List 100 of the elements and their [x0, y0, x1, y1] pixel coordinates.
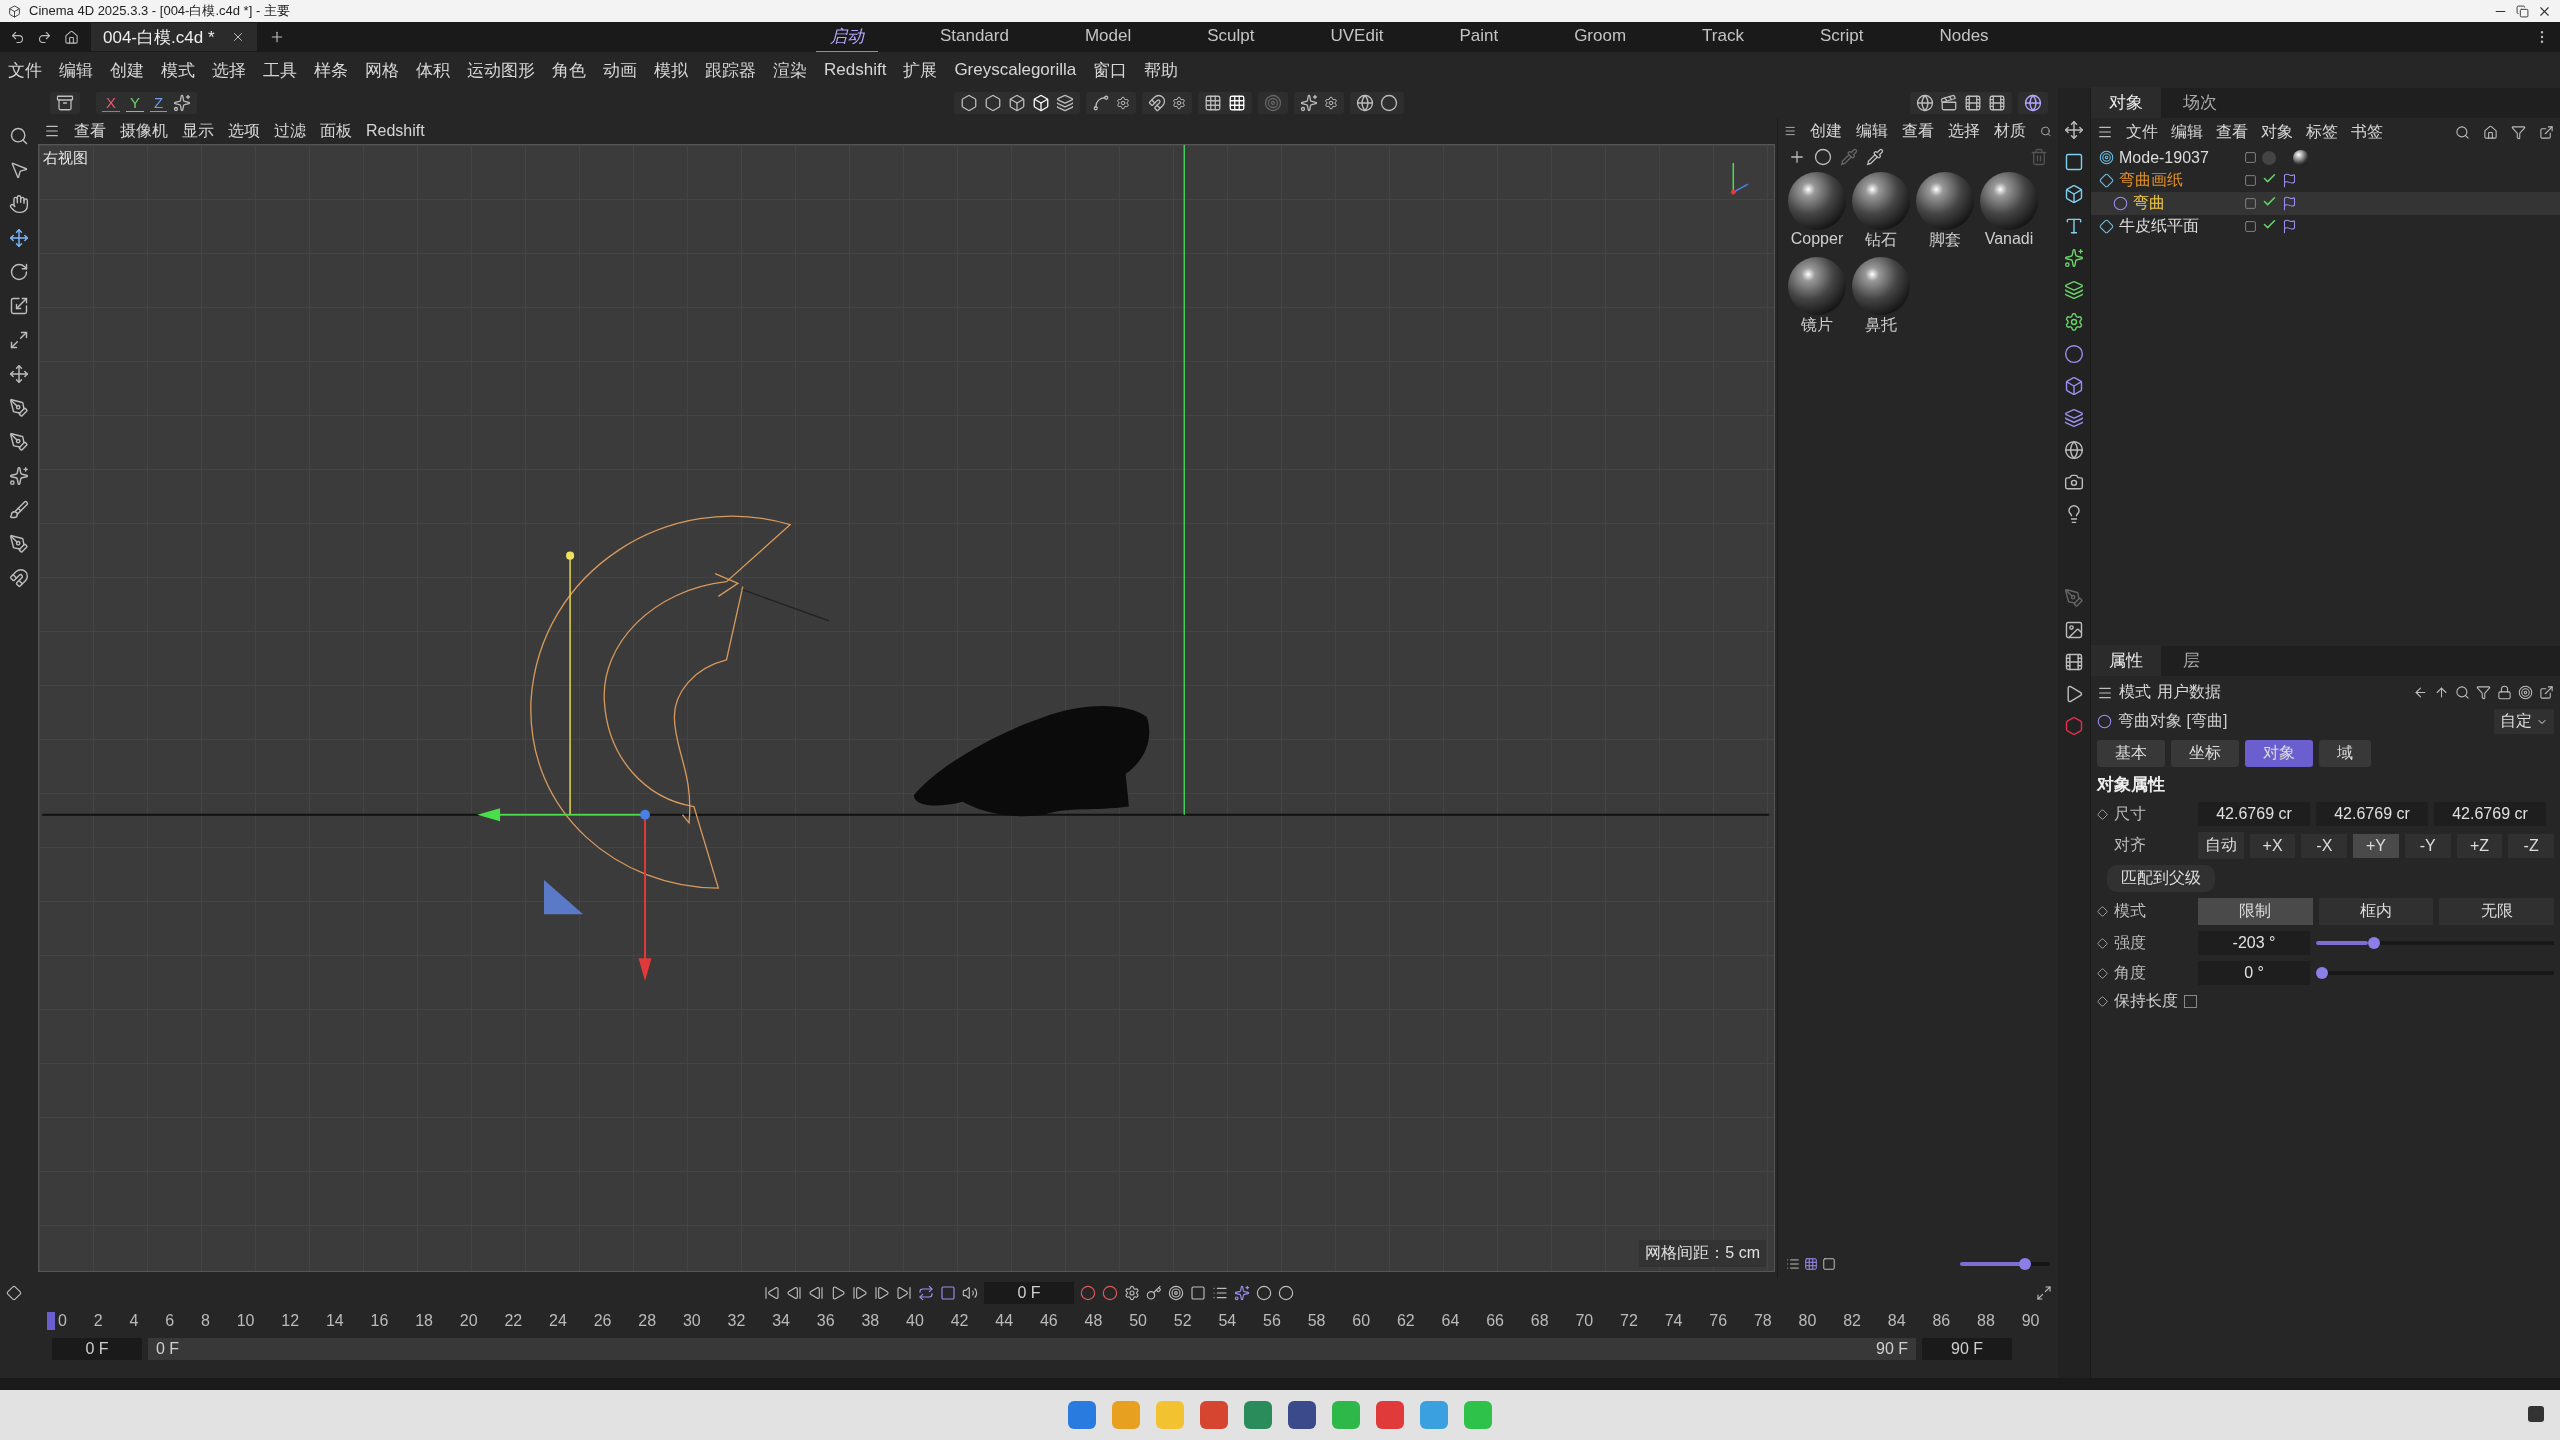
lock-icon[interactable] [2497, 685, 2512, 700]
menu-item[interactable]: 查看 [2216, 121, 2248, 143]
back-icon[interactable] [2413, 685, 2428, 700]
menu-item[interactable]: 编辑 [2171, 121, 2203, 143]
cube-icon[interactable] [2064, 184, 2084, 204]
pointer-icon[interactable] [9, 160, 29, 180]
tray-icon[interactable] [2528, 1406, 2544, 1422]
restore-icon[interactable] [2516, 4, 2529, 18]
number-field[interactable]: 42.6769 cr [2434, 802, 2546, 826]
picture-icon[interactable] [2064, 620, 2084, 640]
sphere-icon[interactable] [1814, 148, 1832, 166]
keyframe-icon[interactable] [2097, 967, 2108, 979]
number-field[interactable]: 0 ° [2198, 961, 2310, 985]
layout-tab[interactable]: Model [1070, 23, 1146, 51]
magnet-icon[interactable] [9, 568, 29, 588]
settings-icon[interactable] [1324, 96, 1338, 110]
mode-option[interactable]: 无限 [2439, 898, 2554, 925]
match-parent-button[interactable]: 匹配到父级 [2107, 865, 2215, 892]
align-option[interactable]: +X [2249, 833, 2296, 858]
sound-icon[interactable] [962, 1285, 978, 1301]
film-icon[interactable] [1964, 94, 1982, 112]
globe-icon[interactable] [1356, 94, 1374, 112]
layers-icon[interactable] [1056, 94, 1074, 112]
align-option[interactable]: +Z [2456, 833, 2503, 858]
page-tab[interactable]: 基本 [2097, 740, 2165, 767]
layout-tab[interactable]: Paint [1445, 23, 1513, 51]
axis-move-icon[interactable] [9, 364, 29, 384]
next-frame-icon[interactable] [852, 1285, 868, 1301]
circle-icon[interactable] [1380, 94, 1398, 112]
camera-icon[interactable] [2064, 472, 2084, 492]
magnet-icon[interactable] [1148, 94, 1166, 112]
menu-item[interactable]: 面板 [320, 120, 352, 142]
add-icon[interactable] [1788, 148, 1806, 166]
taskbar-app-icon[interactable] [1288, 1401, 1316, 1429]
number-field[interactable]: 42.6769 cr [2198, 802, 2310, 826]
menu-item[interactable]: 模式 [2119, 682, 2151, 703]
play-icon[interactable] [830, 1285, 846, 1301]
align-option[interactable]: -Z [2508, 833, 2555, 858]
menu-item[interactable]: 渲染 [773, 58, 807, 82]
object-row[interactable]: 弯曲画纸 [2091, 169, 2560, 192]
menu-item[interactable]: 用户数据 [2157, 682, 2221, 703]
menu-item[interactable]: 摄像机 [120, 120, 168, 142]
mode-option[interactable]: 框内 [2318, 898, 2434, 925]
menu-item[interactable]: 查看 [1902, 120, 1935, 142]
menu-item[interactable]: 模拟 [654, 58, 688, 82]
menu-item[interactable]: 跟踪器 [705, 58, 756, 82]
axis-toggle[interactable]: X [102, 94, 120, 112]
viewport[interactable]: 右视图 网格间距：5 cm [38, 144, 1775, 1272]
loop-icon[interactable] [918, 1285, 934, 1301]
preset-dropdown[interactable]: 自定 [2494, 709, 2554, 734]
taskbar-app-icon[interactable] [1068, 1401, 1096, 1429]
taskbar-app-icon[interactable] [1376, 1401, 1404, 1429]
move-icon[interactable] [9, 228, 29, 248]
clapperboard-icon[interactable] [1940, 94, 1958, 112]
keyframe-icon[interactable] [6, 1285, 22, 1301]
menu-item[interactable]: 编辑 [1856, 120, 1889, 142]
flag-tag-icon[interactable] [2282, 219, 2297, 234]
layout-tab[interactable]: Standard [925, 23, 1023, 51]
number-field[interactable]: -203 ° [2198, 931, 2310, 955]
filter-icon[interactable] [2511, 124, 2526, 140]
brush-icon[interactable] [9, 500, 29, 520]
menu-item[interactable]: 对象 [2261, 121, 2293, 143]
menu-item[interactable]: 样条 [314, 58, 348, 82]
menu-item[interactable]: 标签 [2306, 121, 2338, 143]
menu-item[interactable]: 过滤 [274, 120, 306, 142]
slider-thumb[interactable] [2018, 1258, 2031, 1270]
checkbox[interactable] [2184, 995, 2197, 1008]
document-tab[interactable]: 004-白模.c4d * [91, 23, 257, 51]
large-view-icon[interactable] [1822, 1257, 1836, 1271]
flag-tag-icon[interactable] [2282, 196, 2297, 211]
keyframe-icon[interactable] [2097, 937, 2108, 949]
menu-item[interactable]: 角色 [552, 58, 586, 82]
keyframe-icon[interactable] [2097, 906, 2108, 917]
menu-item[interactable]: 模式 [161, 58, 195, 82]
material-tag[interactable] [2293, 149, 2309, 166]
number-field[interactable]: 42.6769 cr [2316, 802, 2428, 826]
home-icon[interactable] [2483, 124, 2498, 140]
search-icon[interactable] [2455, 685, 2470, 700]
keyframe-icon[interactable] [2097, 808, 2108, 820]
menu-item[interactable]: 显示 [182, 120, 214, 142]
align-option[interactable]: -X [2301, 833, 2348, 858]
layout-tab[interactable]: Track [1688, 23, 1758, 51]
menu-item[interactable]: 帮助 [1144, 58, 1179, 82]
menu-item[interactable]: 材质 [1994, 120, 2027, 142]
menu-item[interactable]: 工具 [263, 58, 297, 82]
filter-icon[interactable] [2476, 685, 2491, 700]
popout-icon[interactable] [2539, 685, 2554, 700]
grid-icon[interactable] [1204, 94, 1222, 112]
menu-item[interactable]: 书签 [2351, 121, 2383, 143]
menu-item[interactable]: 文件 [8, 58, 42, 82]
square-icon[interactable] [2064, 152, 2084, 172]
menu-item[interactable]: 网格 [365, 58, 399, 82]
menu-item[interactable]: 创建 [110, 58, 144, 82]
flag-tag-icon[interactable] [2282, 173, 2297, 188]
menu-item[interactable]: Redshift [824, 60, 887, 80]
menu-item[interactable]: 运动图形 [467, 58, 535, 82]
settings-icon[interactable] [1172, 96, 1186, 110]
pen-icon[interactable] [9, 398, 29, 418]
page-tab[interactable]: 对象 [2245, 740, 2313, 767]
search-icon[interactable] [2455, 124, 2470, 140]
